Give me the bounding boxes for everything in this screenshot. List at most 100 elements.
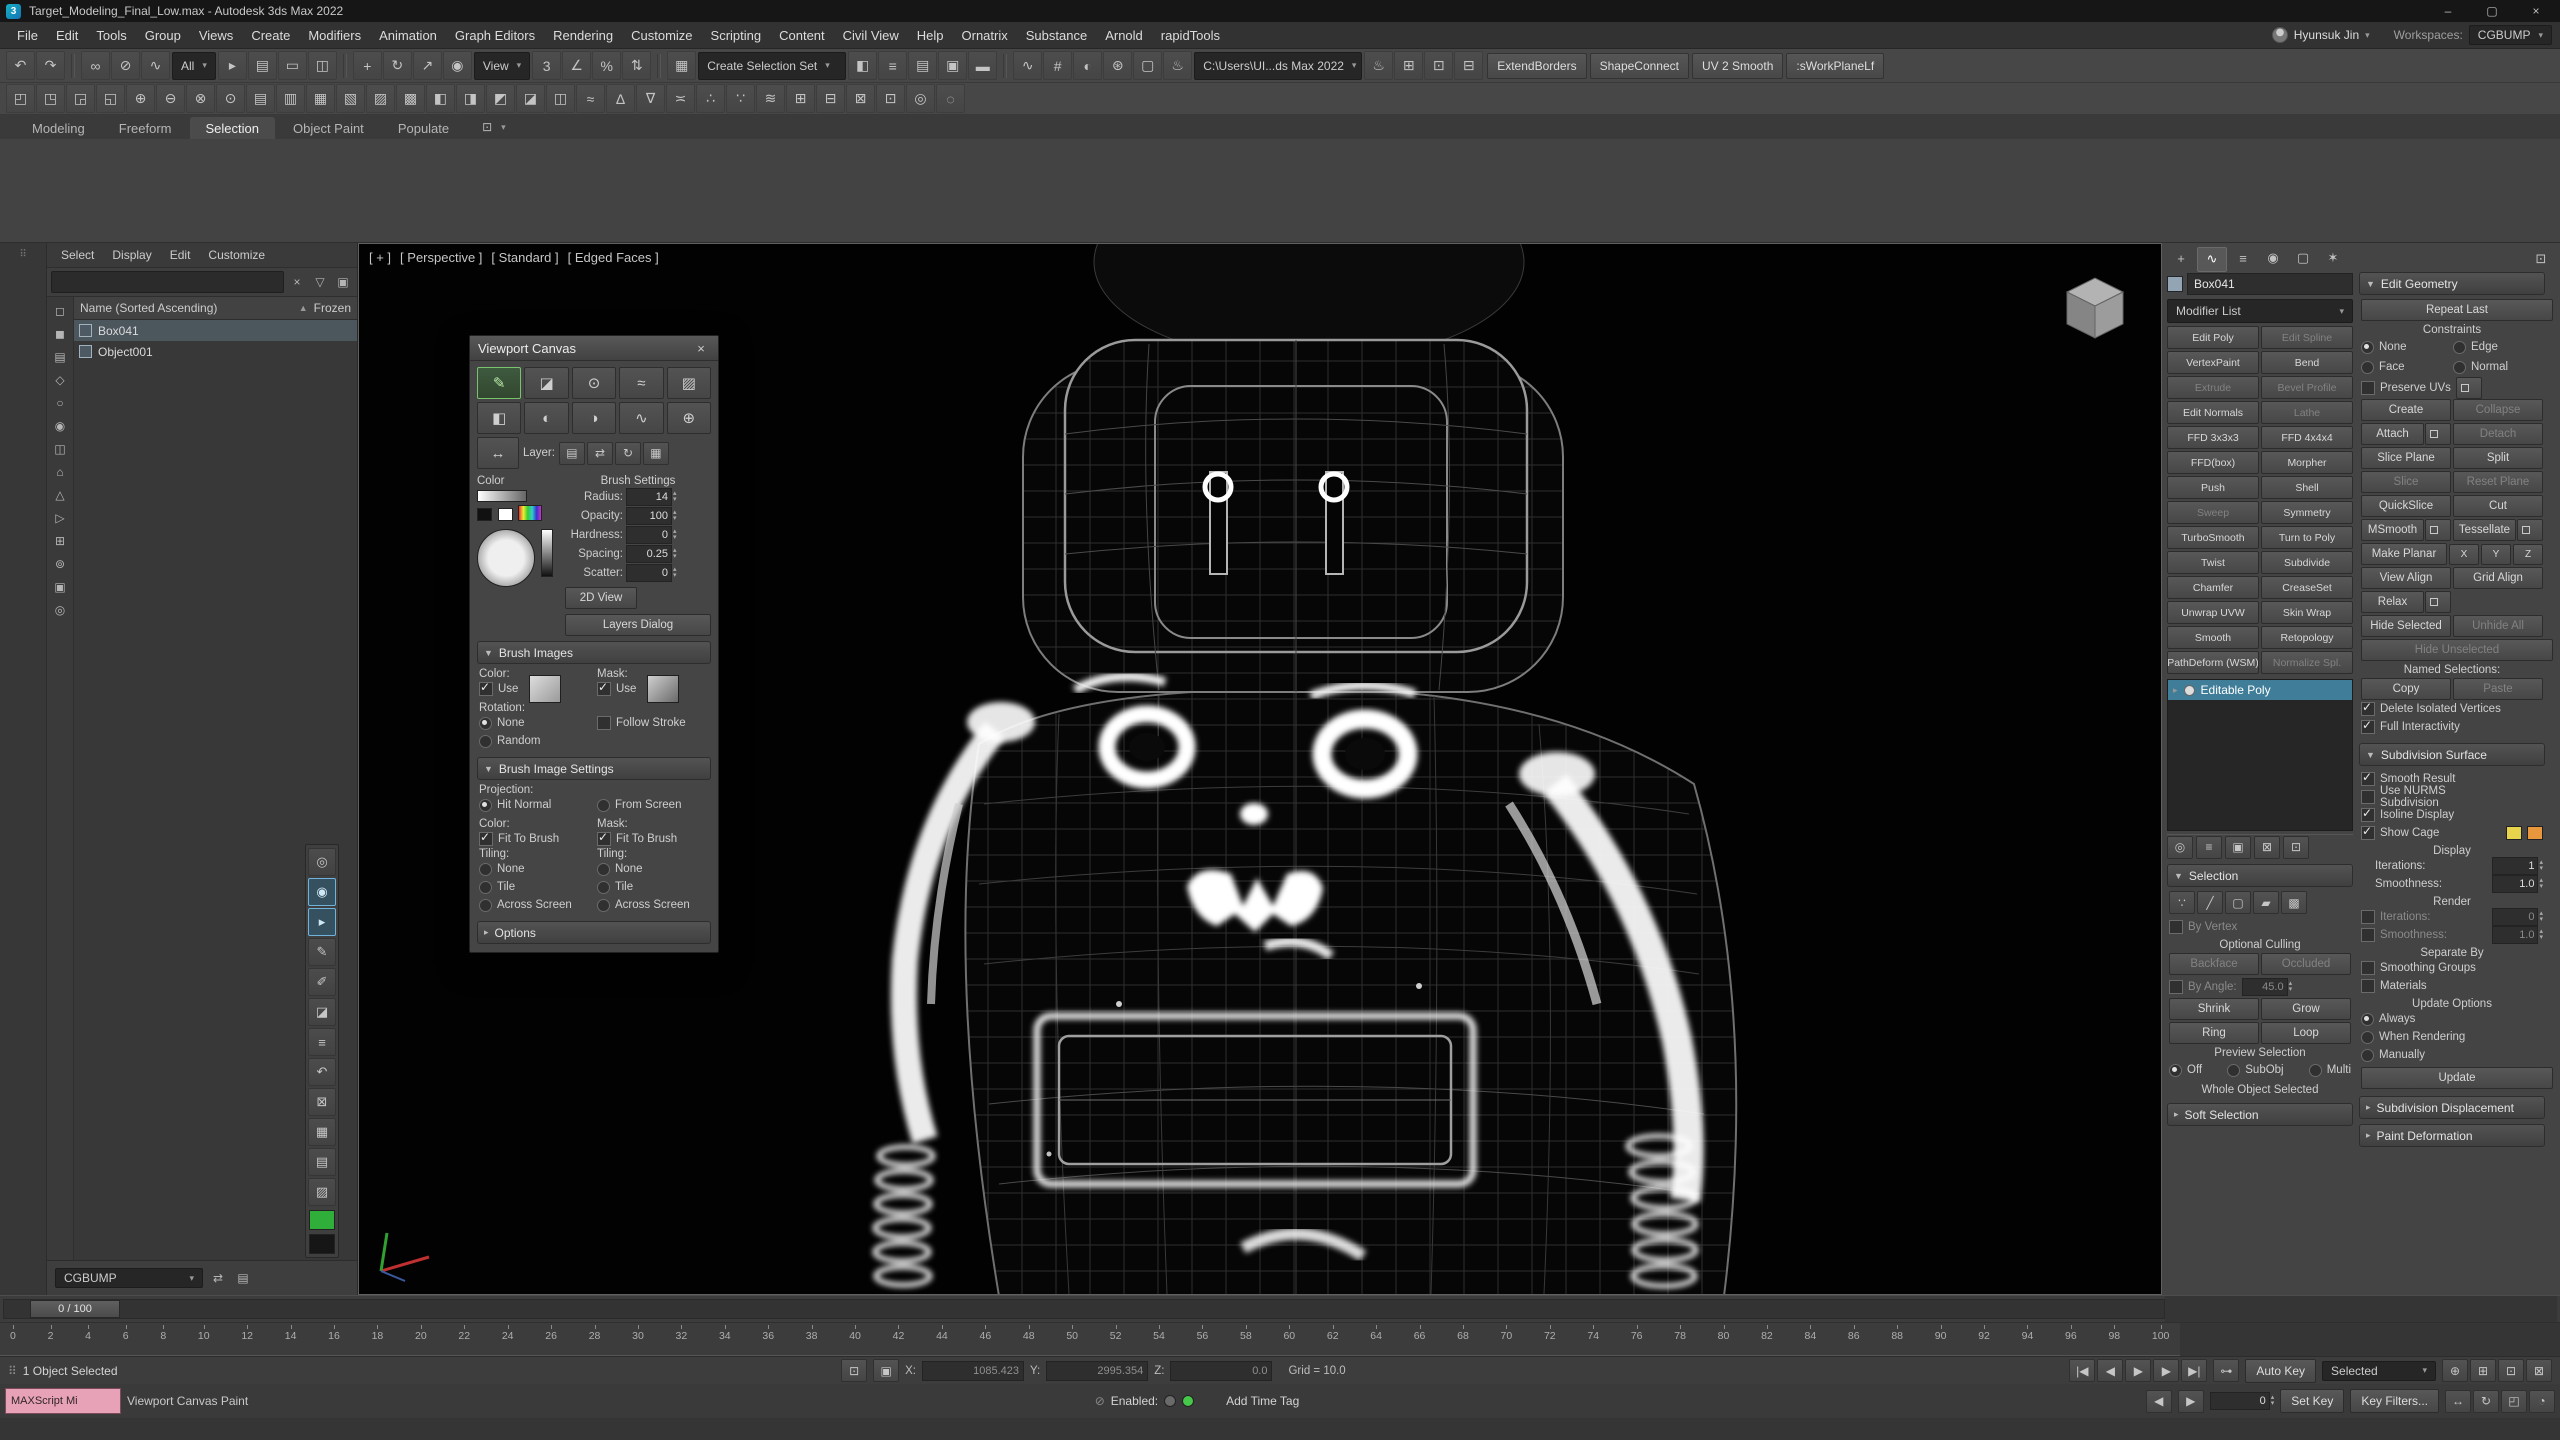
filter-containers-icon[interactable]: ▣	[50, 577, 70, 597]
maxscript-mini-listener[interactable]: MAXScript Mi	[5, 1388, 121, 1414]
blur-tool[interactable]: ≈	[619, 367, 663, 399]
spinner-arrows[interactable]: ▴▾	[673, 567, 677, 579]
checkbox-icon[interactable]	[2361, 979, 2375, 993]
menu-item[interactable]: rapidTools	[1152, 24, 1229, 47]
modifier-button[interactable]: Edit Spline	[2261, 326, 2353, 349]
settings-button[interactable]	[2425, 423, 2451, 445]
select-by-name-icon[interactable]: ▤	[248, 51, 277, 80]
select-and-scale-icon[interactable]: ↗	[413, 51, 442, 80]
settings-button[interactable]	[2517, 519, 2543, 541]
modifier-button[interactable]: CreaseSet	[2261, 576, 2353, 599]
edit-geometry-button[interactable]: Reset Plane	[2453, 471, 2543, 493]
spinner-arrows[interactable]: ▴▾	[673, 491, 677, 503]
ribbon-tab[interactable]: Populate	[382, 117, 465, 139]
y-coordinate-field[interactable]: 2995.354	[1046, 1361, 1148, 1381]
cut-icon[interactable]: ⊗	[186, 84, 215, 113]
state-sets-icon[interactable]: ⊞	[1394, 51, 1423, 80]
unwrap-icon[interactable]: ⊟	[816, 84, 845, 113]
filter-shapes-icon[interactable]: ○	[50, 393, 70, 413]
radio-icon[interactable]	[2309, 1064, 2322, 1077]
viewport-label-segment[interactable]: [ + ]	[369, 250, 391, 265]
target-weld-icon[interactable]: ⊖	[156, 84, 185, 113]
pan-icon[interactable]: ↔	[2445, 1390, 2471, 1413]
configure-modifier-sets-icon[interactable]: ⊡	[2283, 836, 2309, 859]
inset-icon[interactable]: ▥	[276, 84, 305, 113]
modifier-button[interactable]: Smooth	[2167, 626, 2259, 649]
selected-keyset-dropdown[interactable]: Selected ▾	[2322, 1361, 2436, 1381]
collapse-icon[interactable]: ◪	[516, 84, 545, 113]
go-to-end-button[interactable]: ▶|	[2181, 1359, 2207, 1382]
radio-icon[interactable]	[597, 881, 610, 894]
select-object-icon[interactable]: ▸	[218, 51, 247, 80]
edit-geometry-button[interactable]: Split	[2453, 447, 2543, 469]
layers-panel-icon[interactable]: ▤	[308, 1148, 336, 1176]
uvw-map-icon[interactable]: ⊞	[786, 84, 815, 113]
axis-button[interactable]: Z	[2513, 544, 2543, 565]
constraint-option[interactable]: Face	[2361, 358, 2451, 376]
paint-deform-icon[interactable]: ▨	[366, 84, 395, 113]
modifier-button[interactable]: Twist	[2167, 551, 2259, 574]
mask-image-thumbnail[interactable]	[647, 675, 679, 703]
modifier-button[interactable]: Edit Normals	[2167, 401, 2259, 424]
layers-dialog-icon[interactable]: ▤	[559, 442, 585, 465]
constraint-option[interactable]: Normal	[2453, 358, 2543, 376]
key-filters-button[interactable]: Key Filters...	[2350, 1389, 2439, 1413]
add-time-tag[interactable]: Add Time Tag	[1226, 1394, 1299, 1408]
options-rollout-header[interactable]: ▸ Options	[477, 921, 711, 944]
go-to-start-button[interactable]: |◀	[2069, 1359, 2095, 1382]
menu-item[interactable]: Edit	[47, 24, 87, 47]
edit-geometry-button[interactable]: Slice Plane	[2361, 447, 2451, 469]
show-end-result-icon[interactable]: ≡	[2196, 836, 2222, 859]
radio-icon[interactable]	[2361, 1031, 2374, 1044]
value-gradient-swatch[interactable]	[477, 490, 527, 502]
zoom-tool[interactable]: ⊕	[667, 402, 711, 434]
minimize-button[interactable]: –	[2430, 0, 2466, 22]
paint-tool[interactable]: ✎	[477, 367, 521, 399]
render-setup-icon[interactable]: ⊛	[1103, 51, 1132, 80]
pan-tool[interactable]: ↔	[477, 437, 519, 469]
radio-icon[interactable]	[2361, 1013, 2374, 1026]
menu-item[interactable]: Modifiers	[299, 24, 370, 47]
modifier-button[interactable]: VertexPaint	[2167, 351, 2259, 374]
update-option-row[interactable]: Manually	[2361, 1046, 2543, 1064]
modifier-button[interactable]: Lathe	[2261, 401, 2353, 424]
from-screen-radio[interactable]	[597, 799, 610, 812]
configure-panel-icon[interactable]: ⊡	[2527, 248, 2555, 271]
bridge-icon[interactable]: ◱	[96, 84, 125, 113]
chevron-right-icon[interactable]: ▸	[2173, 685, 2178, 696]
reset-xform-icon[interactable]: ⊡	[876, 84, 905, 113]
2d-view-button[interactable]: 2D View	[565, 587, 637, 609]
menu-item[interactable]: Views	[190, 24, 242, 47]
preserve-uvs-settings-button[interactable]	[2456, 377, 2482, 399]
culling-button[interactable]: Backface	[2169, 953, 2259, 975]
swap-icon[interactable]: ⇄	[208, 1268, 228, 1288]
edit-named-selection-sets-icon[interactable]: ▦	[667, 51, 696, 80]
update-option-row[interactable]: When Rendering	[2361, 1028, 2543, 1046]
enabled-off-dot[interactable]	[1164, 1395, 1176, 1407]
modifier-onoff-icon[interactable]	[2184, 685, 2195, 696]
checkbox-icon[interactable]	[2361, 808, 2375, 822]
swap-colors-icon[interactable]: ⇄	[587, 442, 613, 465]
modifier-button[interactable]: Retopology	[2261, 626, 2353, 649]
update-option-row[interactable]: Always	[2361, 1010, 2543, 1028]
paste-button[interactable]: Paste	[2453, 678, 2543, 700]
filter-groups-icon[interactable]: ▷	[50, 508, 70, 528]
ribbon-tab[interactable]: Object Paint	[277, 117, 380, 139]
spinner-arrows[interactable]: ▴▾	[2539, 860, 2543, 872]
hide-selected-button[interactable]: Hide Selected	[2361, 615, 2451, 637]
reference-coordinate-dropdown[interactable]: View ▾	[474, 52, 530, 80]
spinner-snap-icon[interactable]: ⇅	[622, 51, 651, 80]
toggle-scene-explorer-icon[interactable]: ▣	[938, 51, 967, 80]
spinner-arrows[interactable]: ▴▾	[2289, 981, 2293, 993]
set-key-button[interactable]: Set Key	[2280, 1389, 2344, 1413]
spinner-arrows[interactable]: ▴▾	[673, 548, 677, 560]
render-iterations-checkbox[interactable]	[2361, 910, 2375, 924]
spinner-arrows[interactable]: ▴▾	[2539, 911, 2543, 923]
preview-selection-option[interactable]: Off	[2169, 1061, 2202, 1079]
edit-geometry-button[interactable]: Attach	[2361, 423, 2424, 445]
modifier-button[interactable]: PathDeform (WSM)	[2167, 651, 2259, 674]
display-all-icon[interactable]: ◼	[50, 324, 70, 344]
schematic-view-icon[interactable]: #	[1043, 51, 1072, 80]
erase-tool[interactable]: ◪	[524, 367, 568, 399]
filter-geometry-icon[interactable]: ◇	[50, 370, 70, 390]
